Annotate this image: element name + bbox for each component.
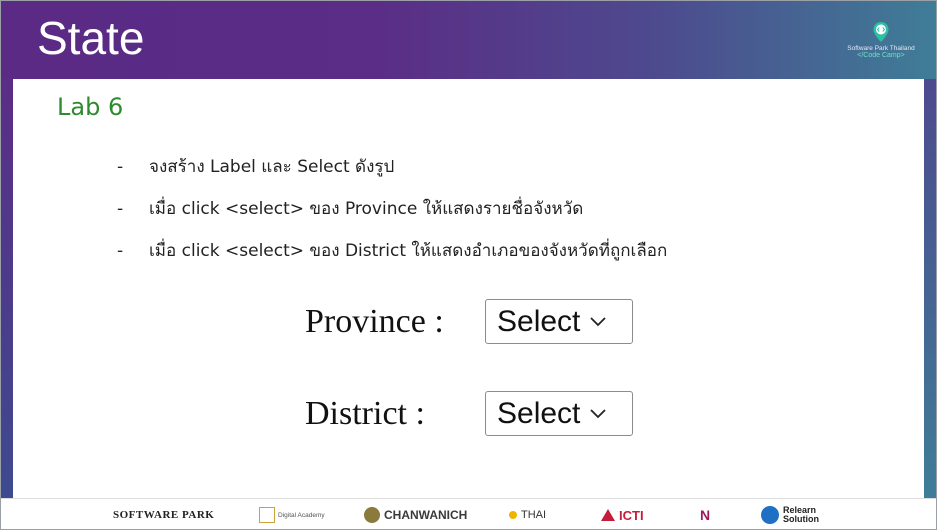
- logo-text-line2: </Code Camp>: [857, 52, 905, 59]
- province-select-value: Select: [497, 304, 581, 338]
- digital-academy-logo: Digital Academy: [259, 505, 325, 525]
- slide: State Software Park Thailand </Code Camp…: [0, 0, 937, 530]
- province-label: Province :: [305, 302, 444, 340]
- relearn-logo: Relearn Solution: [761, 505, 819, 525]
- province-row: Province : Select: [305, 299, 633, 344]
- chanwanich-text: CHANWANICH: [384, 508, 468, 522]
- code-pin-icon: [873, 22, 889, 42]
- district-select[interactable]: Select: [485, 391, 633, 436]
- instruction-list: - จงสร้าง Label และ Select ดังรูป - เมื่…: [117, 154, 667, 280]
- district-select-value: Select: [497, 396, 581, 430]
- left-border-stripe: [1, 79, 13, 499]
- right-border-stripe: [924, 79, 936, 499]
- digital-academy-text: Digital Academy: [278, 511, 325, 519]
- list-item: - จงสร้าง Label และ Select ดังรูป: [117, 154, 667, 196]
- chevron-down-icon: [590, 408, 607, 418]
- lab-title: Lab 6: [57, 93, 124, 121]
- bullet-marker: -: [117, 241, 124, 261]
- chanwanich-logo: CHANWANICH: [364, 505, 467, 525]
- relearn-text-line2: Solution: [783, 514, 819, 524]
- icti-text: ICTI: [619, 507, 644, 523]
- chanwanich-emblem-icon: [364, 507, 380, 523]
- thai-programmer-icon: [509, 511, 517, 519]
- bullet-text: เมื่อ click <select> ของ District ให้แสด…: [149, 241, 668, 261]
- district-row: District : Select: [305, 391, 633, 436]
- list-item: - เมื่อ click <select> ของ District ให้แ…: [117, 238, 667, 280]
- district-label: District :: [305, 394, 425, 432]
- thai-programmer-text: THAI: [521, 509, 547, 521]
- logo-text-line1: Software Park Thailand: [847, 45, 915, 52]
- sponsor-footer: SOFTWARE PARK Digital Academy CHANWANICH…: [1, 498, 936, 529]
- software-park-footer-logo: SOFTWARE PARK: [113, 509, 215, 521]
- page-title: State: [37, 12, 145, 64]
- list-item: - เมื่อ click <select> ของ Province ให้แ…: [117, 196, 667, 238]
- bullet-marker: -: [117, 157, 124, 177]
- code-icon: [761, 506, 779, 524]
- n-logo: N: [700, 507, 711, 523]
- icti-logo: ICTI: [601, 505, 644, 525]
- province-select[interactable]: Select: [485, 299, 633, 344]
- thai-programmer-logo: THAI: [509, 505, 546, 525]
- icti-triangle-icon: [601, 509, 615, 521]
- bullet-text: จงสร้าง Label และ Select ดังรูป: [149, 157, 395, 177]
- bullet-text: เมื่อ click <select> ของ Province ให้แสด…: [149, 199, 584, 219]
- bullet-marker: -: [117, 199, 124, 219]
- software-park-logo: Software Park Thailand </Code Camp>: [846, 21, 916, 59]
- header-banner: State Software Park Thailand </Code Camp…: [1, 1, 936, 79]
- chevron-down-icon: [590, 316, 607, 326]
